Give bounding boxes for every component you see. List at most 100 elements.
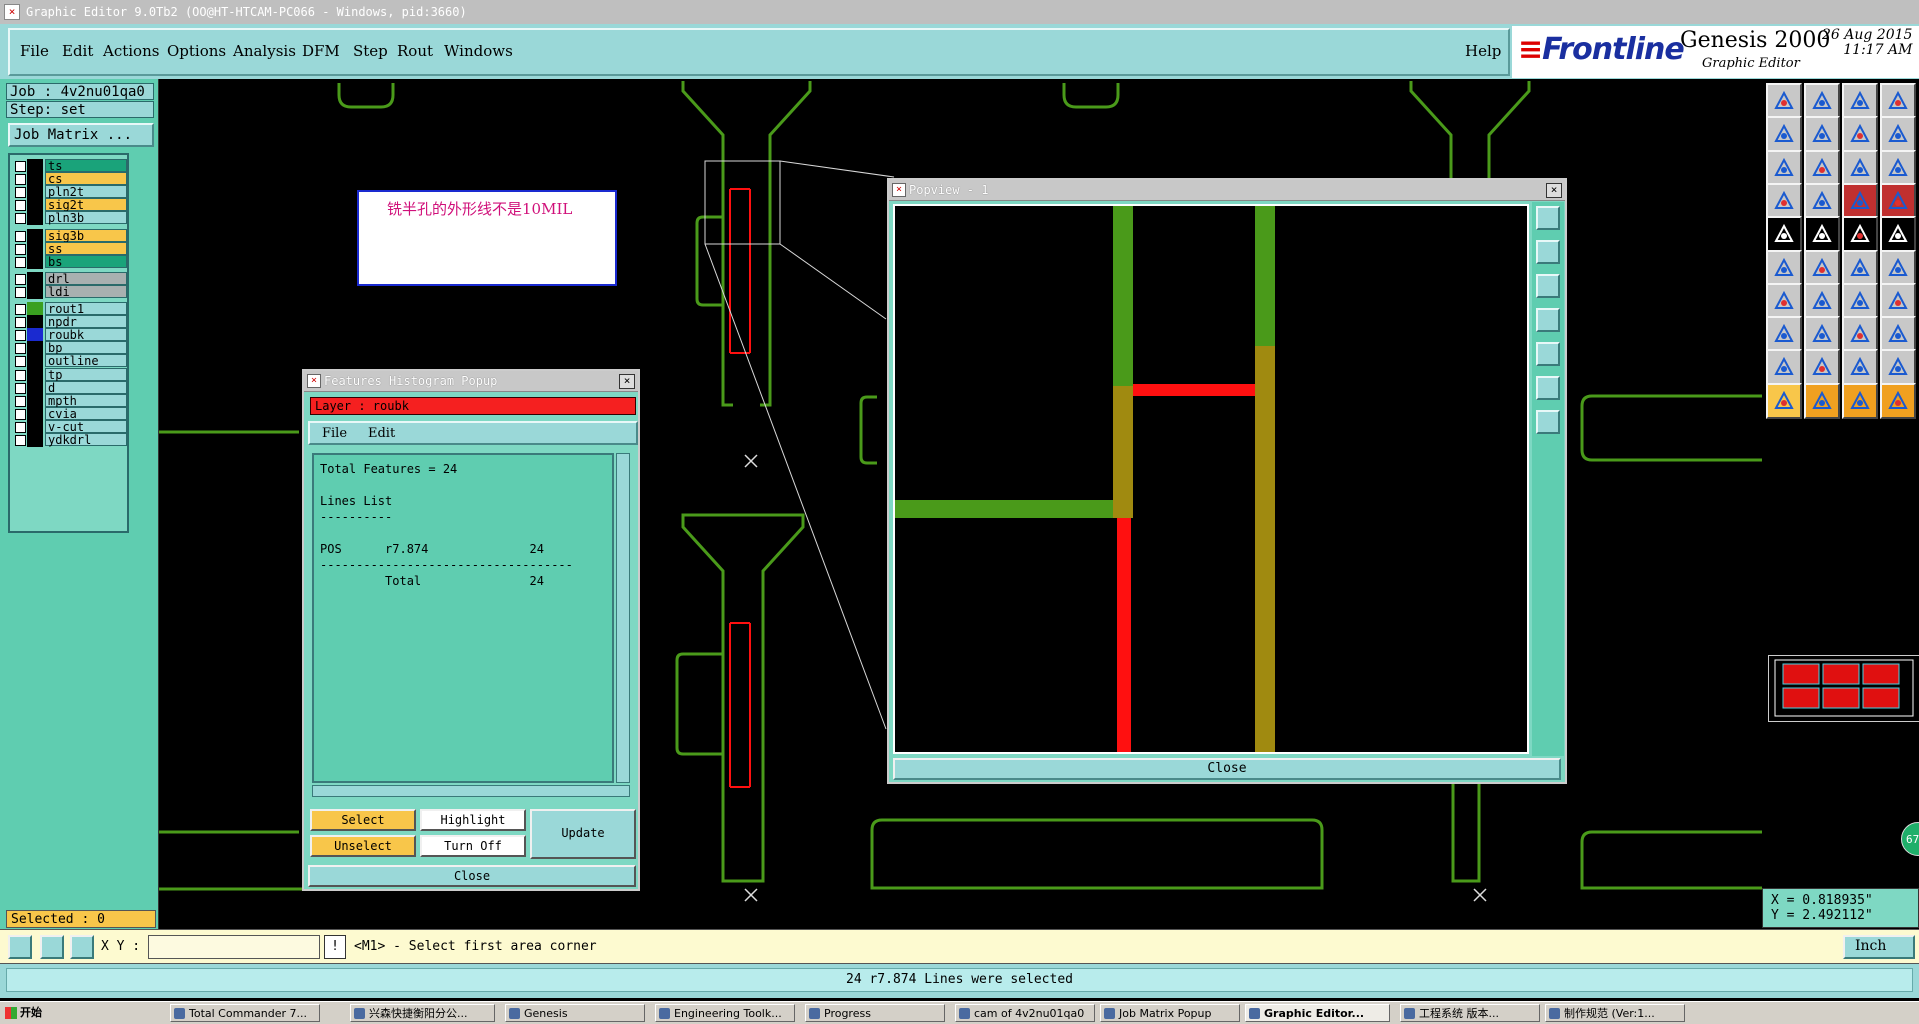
layer-checkbox[interactable] xyxy=(15,230,26,242)
popview-close-icon[interactable]: × xyxy=(1546,183,1562,198)
popview-fit-icon[interactable] xyxy=(1536,376,1560,400)
layer-checkbox[interactable] xyxy=(15,382,26,394)
undo-move-icon[interactable] xyxy=(1842,116,1878,153)
taskbar-task[interactable]: cam of 4v2nu01qa0 xyxy=(955,1004,1095,1022)
layer-checkbox[interactable] xyxy=(15,330,26,342)
draw-line-icon[interactable] xyxy=(1804,216,1840,253)
add-node-icon[interactable] xyxy=(1766,249,1802,286)
move-right-icon[interactable] xyxy=(1804,116,1840,153)
layer-checkbox[interactable] xyxy=(15,317,26,329)
layer-checkbox[interactable] xyxy=(15,369,26,381)
layer-name[interactable]: rout1 xyxy=(45,302,127,316)
segment-icon[interactable] xyxy=(1804,316,1840,353)
taskbar-task[interactable]: Genesis xyxy=(505,1004,645,1022)
arc-icon[interactable] xyxy=(1842,282,1878,319)
start-button[interactable]: 开始 xyxy=(2,1004,56,1022)
layer-row-bs[interactable]: bs xyxy=(13,254,127,269)
layer-name[interactable]: sig2t xyxy=(45,198,127,212)
units-selector[interactable]: Inch xyxy=(1843,935,1915,959)
layer-name[interactable]: sig3b xyxy=(45,228,127,242)
layer-row-ldi[interactable]: ldi xyxy=(13,284,127,299)
layer-row-npdr[interactable]: npdr xyxy=(13,315,127,330)
layer-checkbox[interactable] xyxy=(15,408,26,420)
histogram-vertical-scrollbar[interactable] xyxy=(616,453,630,783)
xy-input[interactable] xyxy=(148,935,320,959)
taskbar-task[interactable]: Job Matrix Popup xyxy=(1100,1004,1240,1022)
taskbar-task[interactable]: Engineering Toolk... xyxy=(655,1004,795,1022)
popview-viewport[interactable] xyxy=(893,204,1529,754)
layer-row-sig2t[interactable]: sig2t xyxy=(13,198,127,213)
layer-name[interactable]: roubk xyxy=(45,328,127,342)
layer-checkbox[interactable] xyxy=(15,286,26,298)
home-icon[interactable] xyxy=(1842,83,1878,119)
grid-icon[interactable] xyxy=(1804,182,1840,219)
cluster-icon[interactable] xyxy=(1880,316,1916,353)
menu-actions[interactable]: Actions xyxy=(103,42,159,60)
layer-row-pln2t[interactable]: pln2t xyxy=(13,185,127,200)
layer-row-ss[interactable]: ss xyxy=(13,241,127,256)
layer-row-ydkdrl[interactable]: ydkdrl xyxy=(13,433,127,447)
layer-checkbox[interactable] xyxy=(15,256,26,268)
ratio-icon[interactable] xyxy=(1842,149,1878,186)
taskbar-task[interactable]: Progress xyxy=(805,1004,945,1022)
layer-row-rout1[interactable]: rout1 xyxy=(13,302,127,316)
split-line-icon[interactable] xyxy=(1880,282,1916,319)
layer-name[interactable]: npdr xyxy=(45,315,127,329)
layer-name[interactable]: bs xyxy=(45,254,127,268)
select-button[interactable]: Select xyxy=(310,809,416,831)
layer-name[interactable]: pln2t xyxy=(45,185,127,199)
popview-center-icon[interactable] xyxy=(1536,410,1560,434)
menu-windows[interactable]: Windows xyxy=(444,42,513,60)
layer-checkbox[interactable] xyxy=(15,213,26,225)
triangle-plus-icon[interactable] xyxy=(1804,349,1840,386)
cross-icon[interactable] xyxy=(1804,249,1840,286)
layer-name[interactable]: ydkdrl xyxy=(45,433,127,447)
histogram-close-button[interactable]: Close xyxy=(308,865,636,887)
link-icon[interactable] xyxy=(1880,249,1916,286)
pointer-icon[interactable] xyxy=(1766,382,1802,419)
taskbar-task[interactable]: 制作规范 (Ver:1... xyxy=(1545,1004,1685,1022)
menu-rout[interactable]: Rout xyxy=(397,42,433,60)
center-icon[interactable] xyxy=(1804,149,1840,186)
snap-grid-icon[interactable] xyxy=(8,935,32,959)
layer-checkbox[interactable] xyxy=(15,435,26,446)
layer-checkbox[interactable] xyxy=(15,200,26,212)
app-close-icon[interactable]: × xyxy=(4,4,20,20)
board-minimap[interactable] xyxy=(1768,655,1919,722)
layer-name[interactable]: ldi xyxy=(45,284,127,298)
connect-icon[interactable] xyxy=(1842,249,1878,286)
layer-down-icon[interactable] xyxy=(1804,83,1840,119)
layer-checkbox[interactable] xyxy=(15,343,26,355)
layer-name[interactable]: pln3b xyxy=(45,211,127,225)
popview-pan-right-icon[interactable] xyxy=(1536,342,1560,366)
layer-row-pln3b[interactable]: pln3b xyxy=(13,211,127,226)
snap-angle-icon[interactable] xyxy=(40,935,64,959)
layer-name[interactable]: tp xyxy=(45,367,127,381)
layer-name[interactable]: drl xyxy=(45,271,127,285)
menu-options[interactable]: Options xyxy=(167,42,226,60)
angle-icon[interactable] xyxy=(1766,282,1802,319)
taskbar-task[interactable]: 兴森快捷衡阳分公... xyxy=(350,1004,495,1022)
measure-icon[interactable] xyxy=(1766,182,1802,219)
popview-zoom-in-icon[interactable] xyxy=(1536,240,1560,264)
layer-name[interactable]: ts xyxy=(45,159,127,173)
layer-checkbox[interactable] xyxy=(15,174,26,186)
layer-row-bp[interactable]: bp xyxy=(13,341,127,356)
layer-name[interactable]: v-cut xyxy=(45,419,127,433)
route-select-icon[interactable] xyxy=(1842,182,1878,219)
menu-help[interactable]: Help xyxy=(1465,42,1501,60)
layer-row-outline[interactable]: outline xyxy=(13,354,127,369)
layer-row-sig3b[interactable]: sig3b xyxy=(13,228,127,243)
split-view-icon[interactable] xyxy=(1880,83,1916,119)
layer-name[interactable]: mpth xyxy=(45,393,127,407)
layer-checkbox[interactable] xyxy=(15,304,26,315)
layer-checkbox[interactable] xyxy=(15,187,26,199)
layer-row-drl[interactable]: drl xyxy=(13,271,127,286)
layer-checkbox[interactable] xyxy=(15,395,26,407)
triangle-icon[interactable] xyxy=(1766,349,1802,386)
snap-icon[interactable] xyxy=(1766,216,1802,253)
layer-row-roubk[interactable]: roubk xyxy=(13,328,127,343)
layer-up-icon[interactable] xyxy=(1766,83,1802,119)
layer-checkbox[interactable] xyxy=(15,161,26,172)
histogram-close-icon[interactable]: × xyxy=(619,374,635,389)
